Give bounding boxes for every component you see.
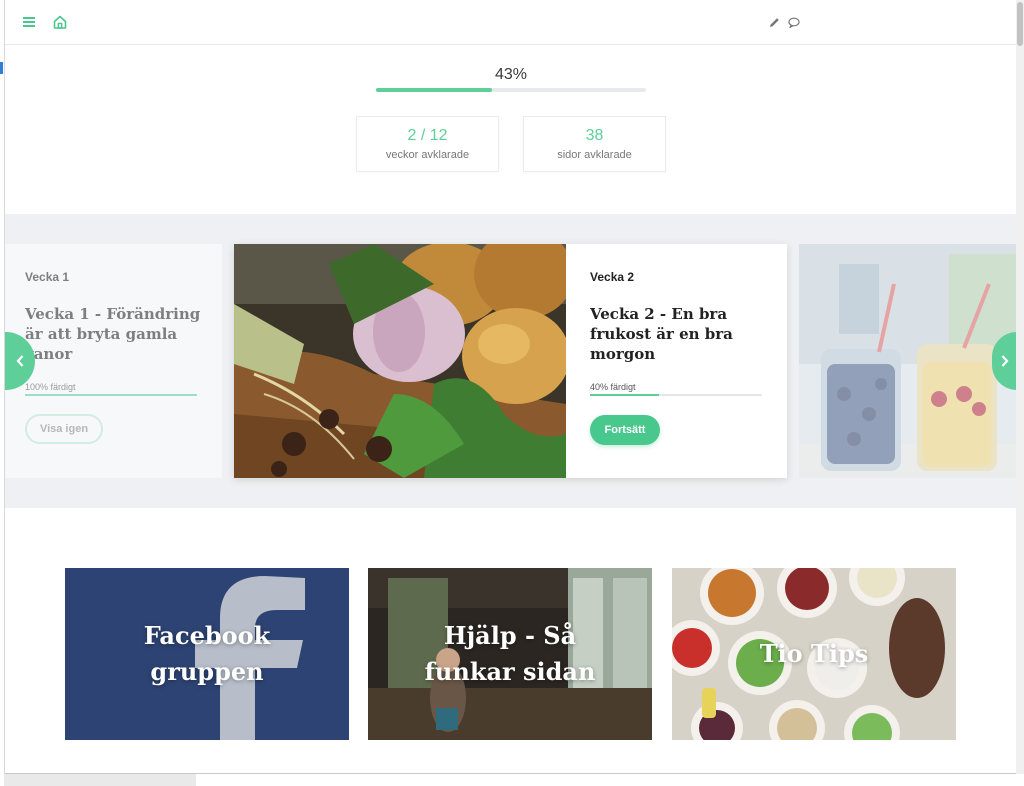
week-card-title: Vecka 2 - En bra frukost är en bra morgo…	[590, 305, 733, 363]
link-tiles: Facebook gruppen Hjälp - Så funkar sidan	[5, 508, 1016, 773]
home-icon[interactable]	[51, 12, 69, 32]
weeks-completed-label: veckor avklarade	[385, 149, 470, 161]
week-card-progress-fill	[590, 394, 659, 396]
pages-completed-value: 38	[585, 127, 604, 144]
vegetables-image	[234, 244, 566, 478]
week-card-3-preview[interactable]	[799, 244, 1016, 478]
week-card-week: Vecka 2	[590, 270, 635, 284]
tile-label: Tio Tips	[759, 639, 869, 668]
week-card-progress-label: 40% färdigt	[590, 382, 636, 392]
tile-label: Hjälp - Så funkar sidan	[424, 621, 596, 686]
page: 43% 2 / 12 veckor avklarade 38 sidor avk…	[4, 0, 1016, 774]
drinks-jars-image	[799, 244, 1016, 478]
weeks-completed-value: 2 / 12	[407, 127, 448, 144]
progress-summary: 43% 2 / 12 veckor avklarade 38 sidor avk…	[5, 46, 1016, 214]
overall-progress-fill	[376, 88, 493, 92]
speech-bubble-icon[interactable]	[786, 14, 802, 30]
week-card-progress-fill	[25, 394, 197, 396]
weeks-carousel: Vecka 1 Vecka 1 - Förändring är att bryt…	[5, 214, 1016, 508]
overall-progress-bar	[376, 88, 646, 92]
visa-igen-button[interactable]: Visa igen	[25, 414, 103, 444]
pencil-icon[interactable]	[767, 14, 781, 30]
taskbar-strip	[4, 774, 196, 786]
week-card-progress-label: 100% färdigt	[25, 382, 76, 392]
pages-completed-stat: 38 sidor avklarade	[523, 116, 666, 172]
help-tile[interactable]: Hjälp - Så funkar sidan	[368, 568, 652, 740]
progress-percent: 43%	[494, 66, 528, 83]
tile-label: Facebook gruppen	[143, 621, 271, 686]
weeks-completed-stat: 2 / 12 veckor avklarade	[356, 116, 499, 172]
week-card-title: Vecka 1 - Förändring är att bryta gamla …	[25, 305, 201, 363]
week-card-progress-bar	[590, 394, 762, 396]
week-card-content: Vecka 2 Vecka 2 - En bra frukost är en b…	[566, 244, 787, 478]
week-card-week: Vecka 1	[25, 270, 70, 284]
facebook-group-tile[interactable]: Facebook gruppen	[65, 568, 349, 740]
vertical-scrollbar[interactable]	[1016, 0, 1024, 774]
scrollbar-thumb[interactable]	[1017, 2, 1023, 46]
chevron-left-icon	[16, 355, 24, 367]
chevron-right-icon	[1001, 355, 1008, 367]
pages-completed-label: sidor avklarade	[557, 149, 632, 161]
hamburger-menu-icon[interactable]	[21, 12, 37, 32]
fortsatt-button[interactable]: Fortsätt	[590, 415, 660, 445]
window-edge-marker	[0, 62, 3, 74]
week-card-2[interactable]: Vecka 2 Vecka 2 - En bra frukost är en b…	[234, 244, 787, 478]
week-card-progress-bar	[25, 394, 197, 396]
top-navigation-bar	[5, 0, 1016, 45]
week-card-1[interactable]: Vecka 1 Vecka 1 - Förändring är att bryt…	[5, 244, 222, 478]
ten-tips-tile[interactable]: Tio Tips	[672, 568, 956, 740]
